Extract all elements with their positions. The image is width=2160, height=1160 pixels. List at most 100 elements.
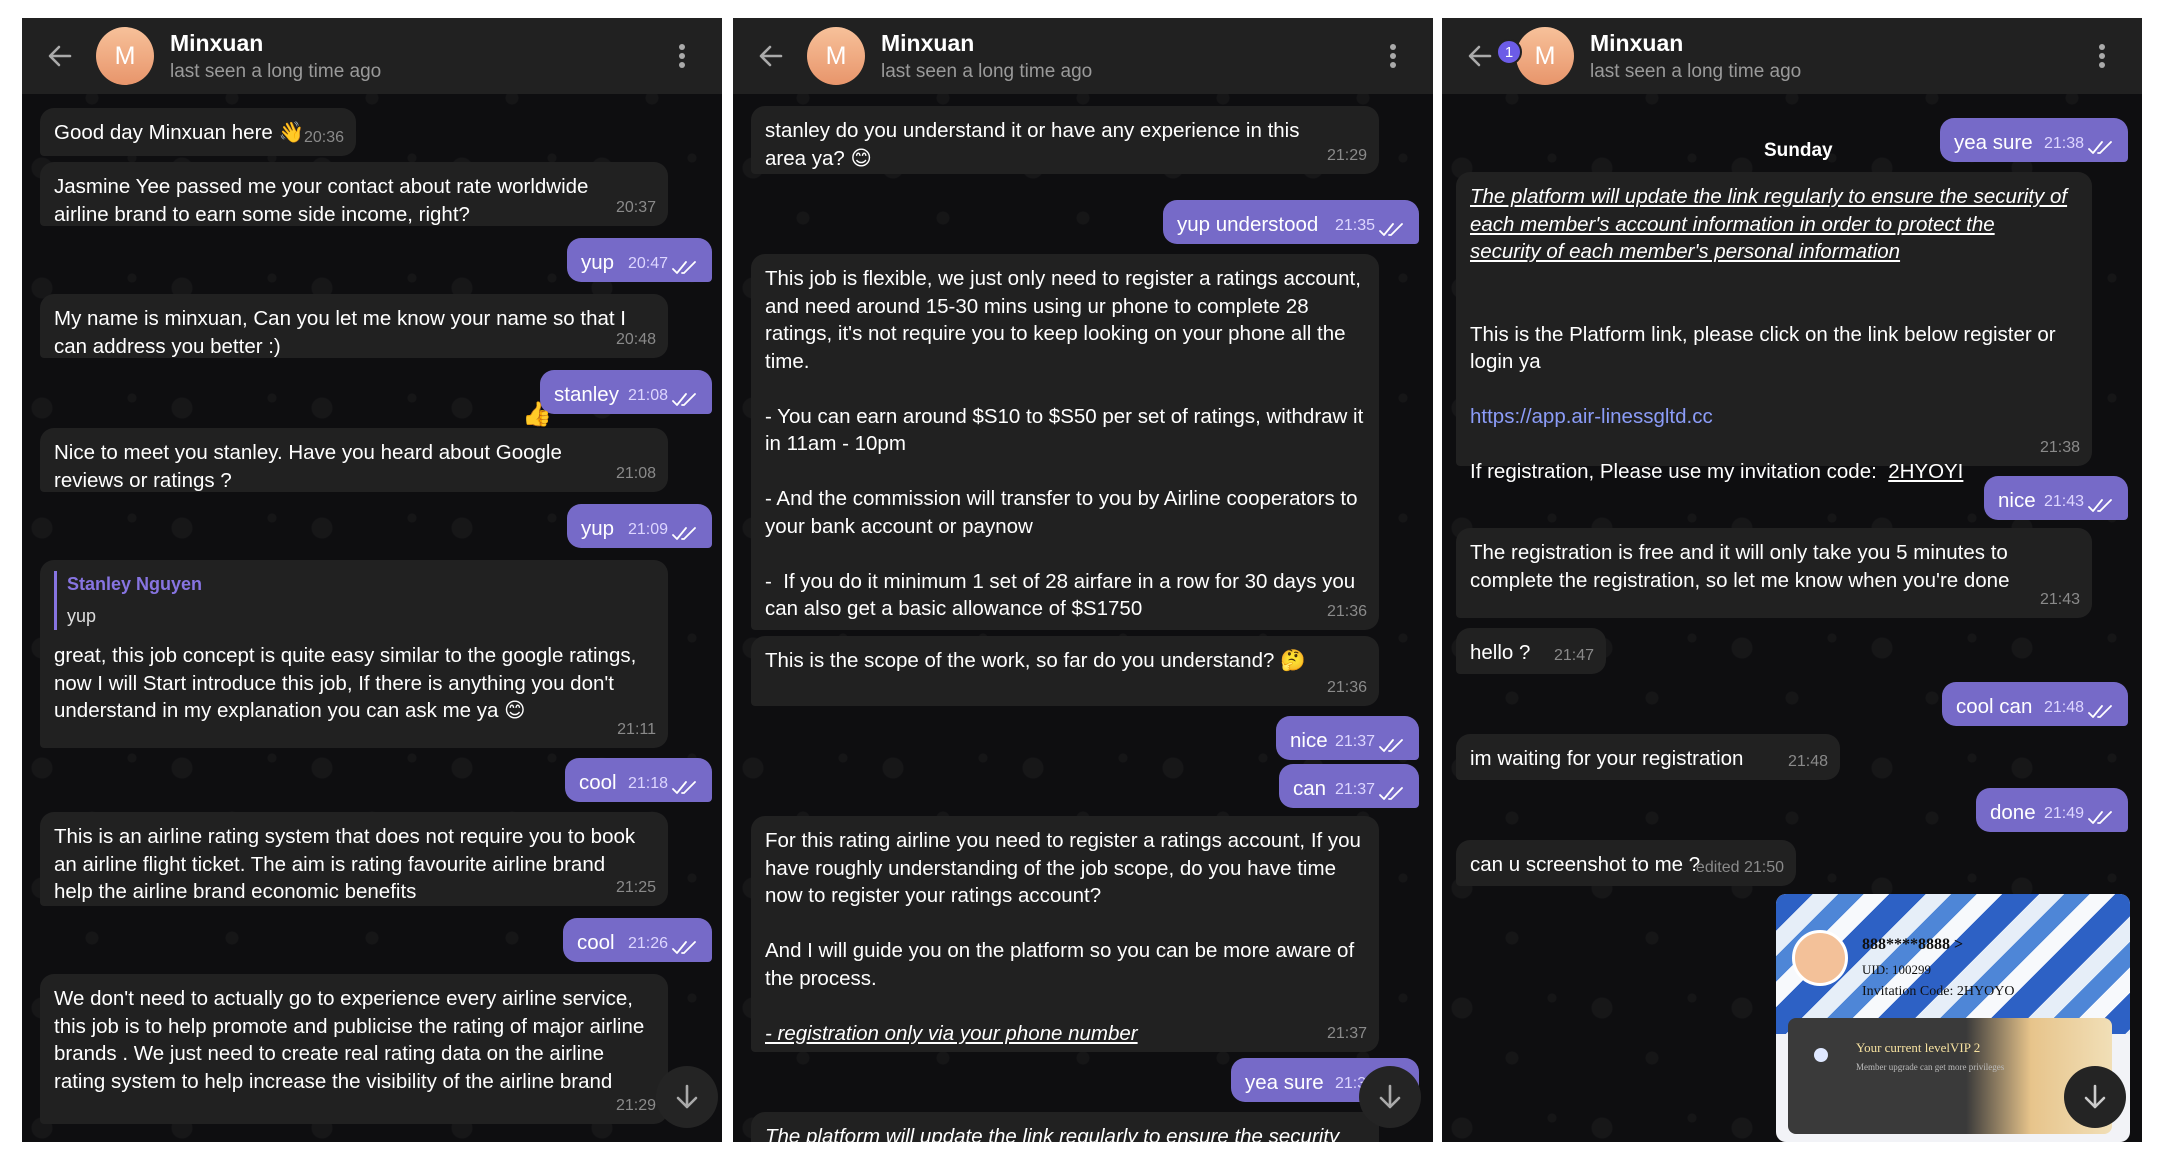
- profile-avatar: [1792, 930, 1848, 986]
- message-bubble[interactable]: This job is flexible, we just only need …: [751, 254, 1379, 630]
- message-bubble[interactable]: nice 21:37: [1276, 716, 1419, 760]
- unread-badge: 1: [1496, 39, 1522, 65]
- message-bubble[interactable]: cool 21:26: [563, 918, 712, 962]
- message-time: 21:25: [615, 878, 656, 896]
- message-time: 21:48: [1787, 752, 1828, 770]
- reply-quote[interactable]: Stanley Nguyen yup: [54, 571, 654, 630]
- message-bubble[interactable]: Stanley Nguyen yup great, this job conce…: [40, 560, 668, 748]
- message-time: 21:43: [2043, 492, 2084, 510]
- message-underlined-text[interactable]: The platform will update the link regula…: [765, 1123, 1355, 1142]
- message-text: The registration is free and it will onl…: [1470, 541, 2014, 592]
- message-bubble[interactable]: nice 21:43: [1984, 476, 2128, 520]
- message-bubble[interactable]: stanley do you understand it or have any…: [751, 106, 1379, 174]
- message-list[interactable]: Good day Minxuan here 👋 20:36 Jasmine Ye…: [22, 94, 722, 1142]
- message-text: can u screenshot to me ?: [1470, 853, 1701, 876]
- double-check-icon: [672, 941, 696, 954]
- message-bubble[interactable]: yup understood 21:35: [1163, 200, 1419, 244]
- message-text: yea sure: [1954, 131, 2033, 154]
- message-bubble[interactable]: yea sure 21:38: [1940, 118, 2128, 162]
- message-text: This job is flexible, we just only need …: [765, 267, 1364, 620]
- date-separator: Sunday: [1764, 140, 1833, 161]
- message-bubble[interactable]: This is an airline rating system that do…: [40, 812, 668, 906]
- double-check-icon: [2088, 499, 2112, 512]
- message-bubble[interactable]: stanley 21:08: [540, 370, 712, 414]
- message-bubble[interactable]: We don't need to actually go to experien…: [40, 974, 668, 1124]
- scroll-down-button[interactable]: [2064, 1066, 2126, 1128]
- message-bubble[interactable]: Good day Minxuan here 👋 20:36: [40, 108, 356, 156]
- back-button[interactable]: 1: [1456, 32, 1522, 80]
- message-bubble[interactable]: can 21:37: [1279, 764, 1419, 808]
- chat-panel: M Minxuan last seen a long time ago Good…: [22, 18, 722, 1142]
- double-check-icon: [1379, 739, 1403, 752]
- message-bubble[interactable]: hello ? 21:47: [1456, 628, 1606, 674]
- message-list[interactable]: Sunday yea sure 21:38 The platform will …: [1442, 94, 2142, 1142]
- contact-info[interactable]: Minxuan last seen a long time ago: [881, 30, 1373, 83]
- more-vertical-icon: [2099, 44, 2105, 68]
- contact-status: last seen a long time ago: [881, 60, 1093, 82]
- avatar[interactable]: M: [1516, 27, 1574, 85]
- more-menu-button[interactable]: [662, 36, 702, 76]
- message-time: 21:08: [627, 386, 668, 404]
- chat-header: M Minxuan last seen a long time ago: [22, 18, 722, 94]
- more-menu-button[interactable]: [2082, 36, 2122, 76]
- contact-info[interactable]: Minxuan last seen a long time ago: [170, 30, 662, 83]
- message-bubble[interactable]: cool 21:18: [565, 758, 712, 802]
- message-underlined-text[interactable]: The platform will update the link regula…: [1470, 183, 2070, 266]
- message-time: 21:47: [1553, 646, 1594, 664]
- vip-level-note: Member upgrade can get more privileges: [1856, 1062, 2005, 1072]
- contact-name: Minxuan: [170, 29, 264, 56]
- message-text: For this rating airline you need to regi…: [765, 829, 1361, 990]
- message-bubble[interactable]: Jasmine Yee passed me your contact about…: [40, 162, 668, 226]
- message-bubble[interactable]: cool can 21:48: [1942, 682, 2128, 726]
- message-text: hello ?: [1470, 641, 1531, 664]
- double-check-icon: [672, 781, 696, 794]
- message-bubble[interactable]: yup 20:47: [567, 238, 712, 282]
- message-text: This is the scope of the work, so far do…: [765, 649, 1306, 672]
- message-text: Nice to meet you stanley. Have you heard…: [54, 441, 568, 492]
- message-text: This is the Platform link, please click …: [1470, 322, 2056, 374]
- message-bubble[interactable]: The platform will update the link regula…: [751, 1112, 1379, 1142]
- message-text: stanley: [554, 383, 619, 406]
- vip-level-card: Your current levelVIP 2 Member upgrade c…: [1788, 1018, 2112, 1134]
- message-text: cool: [577, 931, 615, 954]
- message-bubble[interactable]: yup 21:09: [567, 504, 712, 548]
- message-time: 21:18: [627, 774, 668, 792]
- scroll-down-button[interactable]: [656, 1066, 718, 1128]
- message-bubble[interactable]: For this rating airline you need to regi…: [751, 816, 1379, 1052]
- message-bubble[interactable]: Nice to meet you stanley. Have you heard…: [40, 428, 668, 492]
- message-text-2: If registration, Please use my invitatio…: [1470, 460, 1877, 483]
- more-menu-button[interactable]: [1373, 36, 1413, 76]
- double-check-icon: [1379, 787, 1403, 800]
- back-button[interactable]: [36, 32, 84, 80]
- contact-status: last seen a long time ago: [170, 60, 382, 82]
- back-button[interactable]: [747, 32, 795, 80]
- message-bubble[interactable]: done 21:49: [1976, 788, 2128, 832]
- message-time: 21:37: [1334, 780, 1375, 798]
- message-underlined-text[interactable]: - registration only via your phone numbe…: [765, 1020, 1365, 1048]
- arrow-left-icon: [759, 45, 783, 67]
- platform-link[interactable]: https://app.air-linessgltd.cc: [1470, 405, 1713, 428]
- arrow-down-icon: [2084, 1084, 2106, 1109]
- invitation-code[interactable]: 2HYOYI: [1888, 460, 1963, 483]
- message-text: cool: [579, 771, 617, 794]
- contact-status: last seen a long time ago: [1590, 60, 1802, 82]
- message-text: cool can: [1956, 695, 2033, 718]
- contact-info[interactable]: Minxuan last seen a long time ago: [1590, 30, 2082, 83]
- message-bubble[interactable]: can u screenshot to me ? edited 21:50: [1456, 840, 1796, 886]
- message-text: Jasmine Yee passed me your contact about…: [54, 175, 595, 226]
- message-bubble[interactable]: This is the scope of the work, so far do…: [751, 636, 1379, 706]
- message-bubble[interactable]: The registration is free and it will onl…: [1456, 528, 2092, 618]
- message-text: stanley do you understand it or have any…: [765, 119, 1306, 170]
- message-text: yup understood: [1177, 213, 1319, 236]
- reaction-emoji[interactable]: 👍: [522, 400, 552, 429]
- scroll-down-button[interactable]: [1359, 1066, 1421, 1128]
- message-bubble[interactable]: The platform will update the link regula…: [1456, 172, 2092, 483]
- avatar[interactable]: M: [807, 27, 865, 85]
- message-time: 21:36: [1326, 602, 1367, 620]
- message-bubble[interactable]: My name is minxuan, Can you let me know …: [40, 294, 668, 358]
- avatar[interactable]: M: [96, 27, 154, 85]
- message-text: We don't need to actually go to experien…: [54, 987, 650, 1093]
- message-time: 21:26: [627, 934, 668, 952]
- message-list[interactable]: stanley do you understand it or have any…: [733, 94, 1433, 1142]
- message-bubble[interactable]: im waiting for your registration 21:48: [1456, 734, 1840, 780]
